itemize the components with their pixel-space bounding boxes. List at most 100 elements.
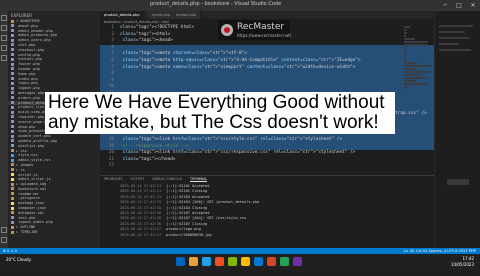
- file-icon: [11, 216, 14, 220]
- code-line[interactable]: 21 class="tagc"></head>: [100, 157, 434, 164]
- code-text: class="tagc"><!DOCTYPE html>: [120, 25, 195, 30]
- sidebar-item-label: ▾ BOOKSTORE: [16, 19, 40, 23]
- taskbar-app-icon[interactable]: [280, 257, 289, 266]
- panel-tab[interactable]: OUTPUT: [131, 177, 145, 181]
- file-icon: [11, 206, 14, 210]
- file-icon: [11, 81, 14, 85]
- file-icon: [11, 192, 14, 196]
- minimap[interactable]: [404, 25, 434, 175]
- terminal-line: 2023-05-14 17:42:15 [::1]:52104 [200]: GE…: [120, 200, 259, 204]
- taskbar-app-icon[interactable]: [228, 257, 237, 266]
- taskbar-app-icon[interactable]: [267, 257, 276, 266]
- tab-header[interactable]: header.php: [172, 11, 202, 19]
- sidebar-item-label: messages.php: [16, 90, 45, 95]
- code-text: class="tagc"><html>: [120, 31, 171, 37]
- maximize-button[interactable]: □: [452, 0, 466, 11]
- taskbar-app-icon[interactable]: [202, 257, 211, 266]
- code-line[interactable]: 5 class="tagc"><meta charset=class="str"…: [100, 51, 434, 58]
- taskbar-app-icon[interactable]: [241, 257, 250, 266]
- terminal-timestamp: 2023-05-14 17:42:16: [120, 221, 162, 226]
- minimap-line: [404, 86, 408, 88]
- window-title: product_details.php - bookstore - Visual…: [150, 1, 282, 7]
- sidebar-item-label: ▸ images: [16, 162, 34, 167]
- file-icon: [11, 91, 14, 95]
- settings-gear-icon[interactable]: [1, 237, 7, 243]
- file-icon: [11, 149, 14, 153]
- run-debug-icon[interactable]: [1, 45, 7, 51]
- pane-line: [439, 31, 465, 33]
- code-line[interactable]: 8: [100, 71, 434, 78]
- code-line[interactable]: 7 class="tagc"><meta name=class="str">"v…: [100, 64, 434, 72]
- sidebar-item-label: ▸ uploaded_img: [16, 182, 47, 187]
- source-control-icon[interactable]: [1, 35, 7, 41]
- terminal-text: [::1]:52107 Closing: [166, 221, 208, 226]
- sidebar-item-label: script.js: [16, 172, 38, 177]
- minimize-button[interactable]: ─: [438, 0, 452, 11]
- line-number: 5: [111, 51, 114, 57]
- sidebar-item-label: update_cart.php: [16, 134, 51, 139]
- panel-tab[interactable]: PROBLEMS: [104, 177, 123, 181]
- code-text: class="tagc"><link href=class="str">"css…: [122, 150, 356, 156]
- sidebar-item-label: orders.php: [16, 95, 40, 100]
- file-icon: [11, 57, 14, 61]
- panel-tab[interactable]: DEBUG CONSOLE: [152, 177, 182, 181]
- minimap-line: [404, 65, 432, 67]
- code-line[interactable]: 9: [100, 77, 434, 85]
- tab-product-details[interactable]: product_details.php: [100, 11, 145, 19]
- sidebar-item-label: logout_admin.php: [16, 220, 53, 225]
- account-icon[interactable]: [1, 227, 7, 233]
- code-text: <!-- responsive style -->: [120, 143, 189, 149]
- sidebar-item-label: header.php: [16, 66, 40, 71]
- system-clock[interactable]: 17:42 14/05/2023: [451, 256, 474, 268]
- file-icon: [11, 125, 14, 129]
- pane-line: [439, 37, 469, 39]
- file-icon: [11, 225, 14, 229]
- code-line[interactable]: 6 class="tagc"><meta http-equiv=class="s…: [100, 57, 434, 65]
- close-button[interactable]: ✕: [466, 0, 480, 11]
- sidebar-item-label: test.php: [16, 215, 36, 220]
- explorer-icon[interactable]: [1, 15, 7, 21]
- taskbar-app-icon[interactable]: [176, 257, 185, 266]
- line-number: 20: [108, 150, 114, 156]
- file-icon: [11, 29, 14, 33]
- windows-taskbar: 20°C Cloudy 17:42 14/05/2023: [0, 254, 480, 270]
- terminal-text: [::1]:52104 Closing: [166, 205, 208, 210]
- file-icon: [11, 67, 14, 71]
- taskbar-app-icon[interactable]: [293, 257, 302, 266]
- panel-tabs: PROBLEMS OUTPUT DEBUG CONSOLE TERMINAL: [104, 177, 215, 182]
- sidebar-item-label: shop.php: [16, 124, 36, 129]
- sidebar-item-label: bookstore.sql: [16, 186, 47, 191]
- weather-widget[interactable]: 20°C Cloudy: [6, 257, 31, 262]
- sidebar-item-label: footer.php: [16, 62, 40, 67]
- code-line[interactable]: 20 class="tagc"><link href=class="str">"…: [100, 150, 434, 157]
- terminal-panel: PROBLEMS OUTPUT DEBUG CONSOLE TERMINAL 2023…: [100, 175, 434, 249]
- line-number: 3: [111, 38, 114, 44]
- sidebar-item[interactable]: ▸ TIMELINE: [8, 230, 100, 235]
- sidebar-item-label: ▸ TIMELINE: [16, 230, 38, 235]
- sidebar-item-label: readme.md: [16, 191, 38, 196]
- terminal-text: [::1]:52107 Accepted: [166, 211, 210, 215]
- code-line[interactable]: 10: [100, 84, 434, 91]
- taskbar-app-icon[interactable]: [254, 257, 263, 266]
- sidebar-item-label: admin_header.php: [16, 28, 53, 33]
- file-icon: [11, 144, 14, 148]
- file-icon: [11, 168, 14, 172]
- terminal-timestamp: 2023-05-14 17:42:15: [120, 200, 162, 205]
- pane-button[interactable]: [447, 179, 469, 185]
- code-line[interactable]: 22: [100, 163, 434, 170]
- sidebar-item-label: ▸ css: [16, 148, 27, 153]
- search-icon[interactable]: [1, 25, 7, 31]
- file-icon: [11, 129, 14, 133]
- panel-tab[interactable]: TERMINAL: [190, 177, 208, 182]
- taskbar-app-icon[interactable]: [189, 257, 198, 266]
- taskbar-app-icon[interactable]: [215, 257, 224, 266]
- terminal-line: 2023-05-14 17:42:16 [::1]:52107 Accepted: [120, 211, 209, 215]
- line-number: 1: [111, 25, 114, 30]
- sidebar-item-label: index.php: [16, 76, 38, 81]
- terminal-timestamp: 2023-05-14 17:42:16: [120, 211, 162, 215]
- terminal-timestamp: 2023-05-14 17:42:17: [120, 227, 162, 232]
- code-line[interactable]: 18 class="tagc"><link href=class="str">"…: [100, 137, 434, 144]
- extensions-icon[interactable]: [1, 55, 7, 61]
- minimap-line: [404, 89, 406, 91]
- sidebar-item-label: database.sql: [16, 210, 45, 215]
